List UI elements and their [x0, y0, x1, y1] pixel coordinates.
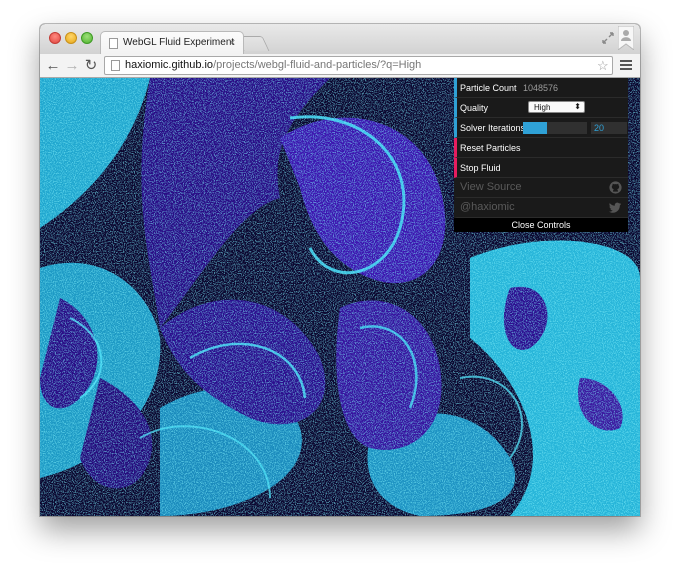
- forward-arrow-icon[interactable]: →: [64, 58, 80, 74]
- menu-icon[interactable]: [620, 60, 632, 71]
- particle-count-label: Particle Count: [460, 83, 517, 93]
- twitter-icon: [609, 202, 622, 213]
- solver-iterations-label: Solver Iterations: [460, 123, 526, 133]
- quality-selected-value: High: [534, 103, 551, 112]
- window-close-button[interactable]: [49, 32, 61, 44]
- tab-strip: WebGL Fluid Experiment ×: [40, 24, 640, 55]
- github-icon: [609, 181, 622, 194]
- reset-particles-label: Reset Particles: [460, 143, 521, 153]
- solver-iterations-row: Solver Iterations 20: [454, 118, 628, 138]
- user-icon[interactable]: [618, 26, 634, 50]
- solver-slider-fill: [523, 122, 548, 134]
- page-icon: [111, 60, 120, 71]
- twitter-label: @haxiomic: [460, 201, 515, 213]
- window-maximize-button[interactable]: [81, 32, 93, 44]
- url-host: haxiomic.github.io: [125, 59, 214, 71]
- expand-icon[interactable]: [600, 30, 616, 46]
- particle-count-value: 1048576: [523, 83, 559, 93]
- reset-particles-button[interactable]: Reset Particles: [454, 138, 628, 158]
- close-controls-button[interactable]: Close Controls: [454, 218, 628, 232]
- reload-icon[interactable]: ↻: [83, 58, 99, 74]
- window-minimize-button[interactable]: [65, 32, 77, 44]
- stop-fluid-label: Stop Fluid: [460, 163, 501, 173]
- tab-webgl-fluid[interactable]: WebGL Fluid Experiment ×: [100, 31, 244, 55]
- tab-title: WebGL Fluid Experiment: [123, 37, 235, 48]
- particle-count-row: Particle Count 1048576: [454, 78, 628, 98]
- view-source-label: View Source: [460, 181, 522, 193]
- page-icon: [109, 38, 118, 49]
- controls-panel: Particle Count 1048576 Quality High ⬍ So…: [454, 78, 628, 232]
- twitter-link[interactable]: @haxiomic: [454, 198, 628, 218]
- view-source-link[interactable]: View Source: [454, 178, 628, 198]
- quality-label: Quality: [460, 103, 489, 113]
- url-path: /projects/webgl-fluid-and-particles/?q=H…: [213, 59, 422, 71]
- browser-toolbar: ← → ↻ haxiomic.github.io/projects/webgl-…: [40, 54, 640, 78]
- quality-select[interactable]: High ⬍: [528, 101, 585, 113]
- address-bar[interactable]: haxiomic.github.io/projects/webgl-fluid-…: [104, 56, 613, 75]
- tab-close-icon[interactable]: ×: [229, 36, 235, 50]
- star-icon[interactable]: ☆: [597, 58, 609, 73]
- url-text[interactable]: haxiomic.github.io/projects/webgl-fluid-…: [125, 59, 421, 71]
- select-arrows-icon: ⬍: [574, 102, 581, 111]
- browser-window: WebGL Fluid Experiment × ← → ↻ haxiomic.…: [40, 24, 640, 516]
- fluid-viewport[interactable]: Particle Count 1048576 Quality High ⬍ So…: [40, 78, 640, 516]
- solver-iterations-slider[interactable]: [523, 122, 587, 134]
- stop-fluid-button[interactable]: Stop Fluid: [454, 158, 628, 178]
- quality-row: Quality High ⬍: [454, 98, 628, 118]
- back-arrow-icon[interactable]: ←: [45, 58, 61, 74]
- solver-iterations-input[interactable]: 20: [591, 122, 627, 134]
